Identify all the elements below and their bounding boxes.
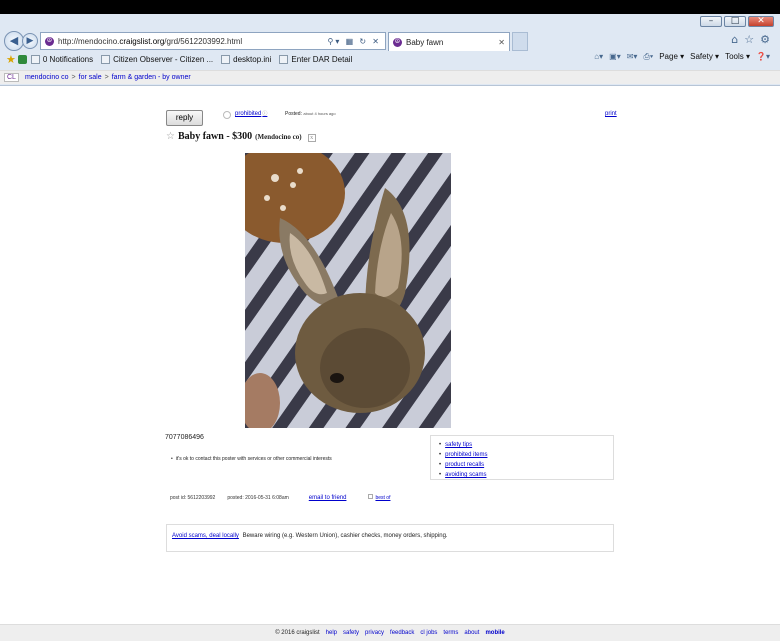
posting-title: Baby fawn - $300 [177, 131, 253, 142]
safety-links-box: safety tips prohibited items product rec… [430, 435, 614, 480]
help-icon[interactable]: ❓▾ [756, 52, 770, 62]
breadcrumb-item-category[interactable]: farm & garden - by owner [112, 74, 191, 81]
favorite-enter-dar-detail[interactable]: Enter DAR Detail [279, 54, 352, 64]
tools-menu[interactable]: Tools ▾ [725, 52, 750, 62]
posting-photo[interactable] [245, 153, 451, 428]
safety-tips-link[interactable]: safety tips [439, 440, 605, 450]
scam-notice: Avoid scams, deal locally Beware wiring … [166, 524, 614, 552]
gear-icon[interactable]: ⚙ [760, 33, 770, 46]
url-host: craigslist.org [119, 36, 165, 46]
breadcrumb: CL mendocino co > for sale > farm & gard… [0, 70, 780, 84]
maximize-icon[interactable]: □ [724, 16, 746, 27]
scam-notice-text: Beware wiring (e.g. Western Union), cash… [242, 533, 448, 539]
close-tab-icon[interactable]: ✕ [498, 38, 505, 47]
avoid-scams-link[interactable]: Avoid scams, deal locally [172, 533, 239, 539]
post-id: post id: 5612203992 [170, 494, 216, 501]
footer-link-safety[interactable]: safety [343, 630, 359, 636]
file-icon [221, 54, 231, 64]
feeds-icon[interactable]: ▣▾ [609, 52, 621, 62]
avoiding-scams-link[interactable]: avoiding scams [439, 470, 605, 480]
phone-number: 7077086496 [165, 434, 204, 441]
posted-info: Posted: about 4 hours ago [285, 111, 336, 117]
minimize-icon[interactable]: – [700, 16, 722, 27]
dar-icon [279, 54, 289, 64]
close-window-icon[interactable]: ✕ [748, 16, 774, 27]
favorite-star-icon[interactable]: ☆ [166, 131, 175, 142]
footer-link-help[interactable]: help [326, 630, 337, 636]
footer-link-mobile[interactable]: mobile [485, 630, 504, 636]
add-favorites-icon[interactable] [17, 54, 27, 64]
best-of-checkbox-icon [368, 494, 374, 499]
footer-link-terms[interactable]: terms [443, 630, 458, 636]
address-actions[interactable]: ⚲▾ ▦ ↻ ✕ [327, 37, 381, 46]
copyright: © 2016 craigslist [275, 630, 320, 636]
url-prefix: http://mendocino. [58, 36, 120, 46]
footer: © 2016 craigslist help safety privacy fe… [0, 624, 780, 641]
contact-notice: it's ok to contact this poster with serv… [171, 456, 332, 462]
posted-date: posted: 2016-05-31 6:08am [227, 494, 289, 501]
favorite-desktop-ini[interactable]: desktop.ini [221, 54, 271, 64]
email-to-friend-link[interactable]: email to friend [309, 495, 347, 501]
favorite-notifications[interactable]: 0 Notifications [30, 54, 93, 64]
print-icon[interactable]: ⎙▾ [643, 52, 653, 62]
tab-favicon-icon: ☮ [393, 37, 402, 47]
craigslist-logo[interactable]: CL [4, 73, 19, 82]
breadcrumb-item-area[interactable]: mendocino co [25, 74, 69, 81]
footer-link-privacy[interactable]: privacy [365, 630, 384, 636]
safety-menu[interactable]: Safety ▾ [690, 52, 719, 62]
window-top-strip [0, 0, 780, 14]
prohibited-link[interactable]: prohibitedⓘ [235, 110, 267, 117]
posting-location: (Mendocino co) [255, 133, 302, 141]
footer-link-about[interactable]: about [464, 630, 479, 636]
breadcrumb-item-for-sale[interactable]: for sale [79, 74, 102, 81]
window-controls: – □ ✕ [700, 16, 774, 27]
mail-icon[interactable]: ✉▾ [627, 52, 638, 62]
forward-button[interactable]: ▶ [22, 33, 38, 49]
breadcrumb-separator: > [71, 74, 76, 81]
command-bar: ⌂▾ ▣▾ ✉▾ ⎙▾ Page ▾ Safety ▾ Tools ▾ ❓▾ [594, 52, 770, 62]
tab-baby-fawn[interactable]: ☮ Baby fawn ✕ [388, 32, 510, 51]
url-path: /grd/5612203992.html [164, 36, 243, 46]
browser-right-icons: ⌂ ☆ ⚙ [731, 33, 770, 46]
notification-icon [30, 54, 40, 64]
reply-button[interactable]: reply [166, 110, 203, 126]
favorites-star-icon[interactable]: ☆ [744, 33, 754, 46]
page-menu[interactable]: Page ▾ [659, 52, 684, 62]
home-dropdown-icon[interactable]: ⌂▾ [594, 52, 603, 62]
page-title: ☆ Baby fawn - $300 (Mendocino co) x [166, 131, 316, 142]
breadcrumb-separator: > [104, 74, 109, 81]
footer-link-cl-jobs[interactable]: cl jobs [420, 630, 437, 636]
site-favicon-icon: ☮ [45, 36, 54, 46]
address-bar[interactable]: ☮ http://mendocino. craigslist.org/grd/56… [40, 32, 386, 50]
hide-posting-button[interactable]: x [307, 134, 316, 142]
page-icon [101, 54, 111, 64]
best-of-link[interactable]: best of [368, 494, 390, 501]
fawn-photo-image [245, 153, 451, 428]
help-icon: ⓘ [262, 111, 268, 117]
favorite-citizen-observer[interactable]: Citizen Observer - Citizen ... [101, 54, 213, 64]
prohibited-items-link[interactable]: prohibited items [439, 450, 605, 460]
back-button[interactable]: ◀ [4, 31, 24, 51]
flag-checkbox[interactable] [223, 111, 231, 119]
favorites-icon[interactable]: ★ [6, 53, 16, 66]
tab-title: Baby fawn [406, 37, 444, 47]
product-recalls-link[interactable]: product recalls [439, 460, 605, 470]
post-info-row: post id: 5612203992 posted: 2016-05-31 6… [170, 494, 390, 501]
posting-page: reply prohibitedⓘ Posted: about 4 hours … [0, 86, 780, 624]
footer-link-feedback[interactable]: feedback [390, 630, 414, 636]
print-link[interactable]: print [605, 111, 617, 117]
home-icon[interactable]: ⌂ [731, 33, 738, 46]
new-tab-button[interactable] [512, 32, 528, 51]
